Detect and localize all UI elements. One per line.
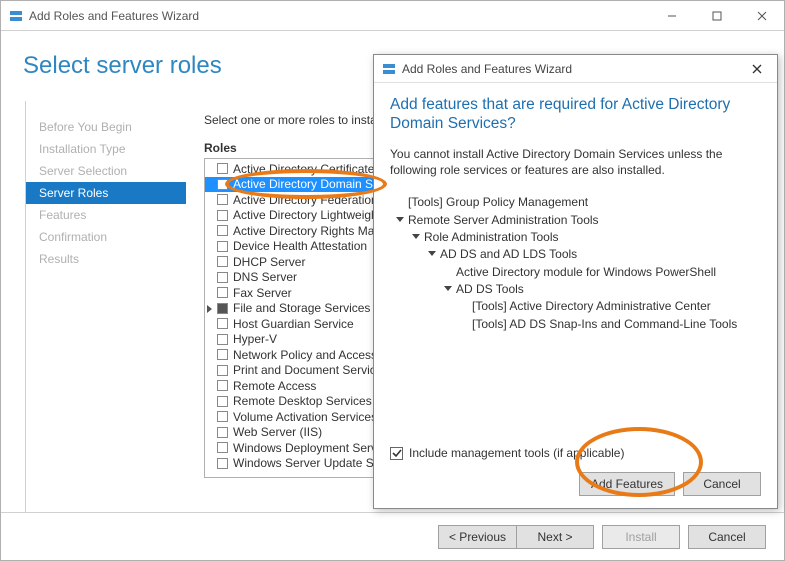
dialog-body: Add features that are required for Activ… [374,83,777,508]
checkbox-icon[interactable] [217,365,228,376]
wizard-window: Add Roles and Features Wizard Select ser… [0,0,785,561]
tree-item[interactable]: Active Directory module for Windows Powe… [394,264,761,281]
checkbox-icon[interactable] [217,427,228,438]
include-tools-checkbox[interactable] [390,447,403,460]
tree-item[interactable]: Role Administration Tools [394,229,761,246]
tree-item[interactable]: AD DS Tools [394,281,761,298]
dialog-buttons: Add Features Cancel [390,472,761,500]
checkbox-icon[interactable] [217,241,228,252]
checkbox-icon[interactable] [217,272,228,283]
role-label: Hyper-V [233,332,277,346]
tree-item[interactable]: [Tools] Group Policy Management [394,194,761,211]
checkbox-icon[interactable] [217,458,228,469]
role-label: Fax Server [233,286,292,300]
checkbox-icon[interactable] [217,396,228,407]
dialog-cancel-button[interactable]: Cancel [683,472,761,496]
add-features-dialog: Add Roles and Features Wizard Add featur… [373,54,778,509]
step-before-you-begin[interactable]: Before You Begin [1,116,186,138]
checkbox-icon[interactable] [217,349,228,360]
previous-button[interactable]: < Previous [438,525,516,549]
step-nav-divider [25,101,26,512]
role-label: File and Storage Services [233,301,370,315]
step-nav: Before You Begin Installation Type Serve… [1,101,186,512]
step-installation-type[interactable]: Installation Type [1,138,186,160]
checkbox-icon[interactable] [217,179,228,190]
role-label: Host Guardian Service [233,317,354,331]
install-button: Install [602,525,680,549]
include-tools-row[interactable]: Include management tools (if applicable) [390,442,761,472]
server-manager-icon [9,9,23,23]
role-label: Device Health Attestation [233,239,367,253]
close-button[interactable] [739,1,784,30]
checkbox-icon[interactable] [217,318,228,329]
checkbox-icon[interactable] [217,303,228,314]
next-button[interactable]: Next > [516,525,594,549]
window-title: Add Roles and Features Wizard [29,9,199,23]
checkbox-icon[interactable] [217,163,228,174]
step-results[interactable]: Results [1,248,186,270]
minimize-button[interactable] [649,1,694,30]
role-label: DHCP Server [233,255,305,269]
checkbox-icon[interactable] [217,334,228,345]
wizard-footer: < Previous Next > Install Cancel [1,512,784,560]
step-features[interactable]: Features [1,204,186,226]
tree-item[interactable]: AD DS and AD LDS Tools [394,246,761,263]
step-confirmation[interactable]: Confirmation [1,226,186,248]
role-label: Web Server (IIS) [233,425,322,439]
titlebar: Add Roles and Features Wizard [1,1,784,31]
tree-item[interactable]: Remote Server Administration Tools [394,212,761,229]
role-label: Print and Document Services [233,363,388,377]
features-tree: [Tools] Group Policy Management Remote S… [390,190,761,442]
checkbox-icon[interactable] [217,225,228,236]
dialog-close-button[interactable] [743,59,771,79]
tree-item[interactable]: [Tools] Active Directory Administrative … [394,298,761,315]
dialog-heading: Add features that are required for Activ… [390,95,761,134]
page-title: Select server roles [23,52,222,80]
dialog-titlebar: Add Roles and Features Wizard [374,55,777,83]
dialog-title: Add Roles and Features Wizard [402,62,572,76]
add-features-button[interactable]: Add Features [579,472,675,496]
checkbox-icon[interactable] [217,194,228,205]
checkbox-icon[interactable] [217,380,228,391]
checkbox-icon[interactable] [217,442,228,453]
role-label: Remote Access [233,379,316,393]
role-label: DNS Server [233,270,297,284]
window-controls [649,1,784,30]
dialog-text: You cannot install Active Directory Doma… [390,146,761,178]
maximize-button[interactable] [694,1,739,30]
checkbox-icon[interactable] [217,256,228,267]
checkbox-icon[interactable] [217,411,228,422]
server-manager-icon [382,62,396,76]
role-label: Remote Desktop Services [233,394,372,408]
role-label: Volume Activation Services [233,410,377,424]
step-server-selection[interactable]: Server Selection [1,160,186,182]
cancel-button[interactable]: Cancel [688,525,766,549]
checkbox-icon[interactable] [217,210,228,221]
step-server-roles[interactable]: Server Roles [26,182,186,204]
include-tools-label: Include management tools (if applicable) [409,446,624,460]
checkbox-icon[interactable] [217,287,228,298]
tree-item[interactable]: [Tools] AD DS Snap-Ins and Command-Line … [394,316,761,333]
